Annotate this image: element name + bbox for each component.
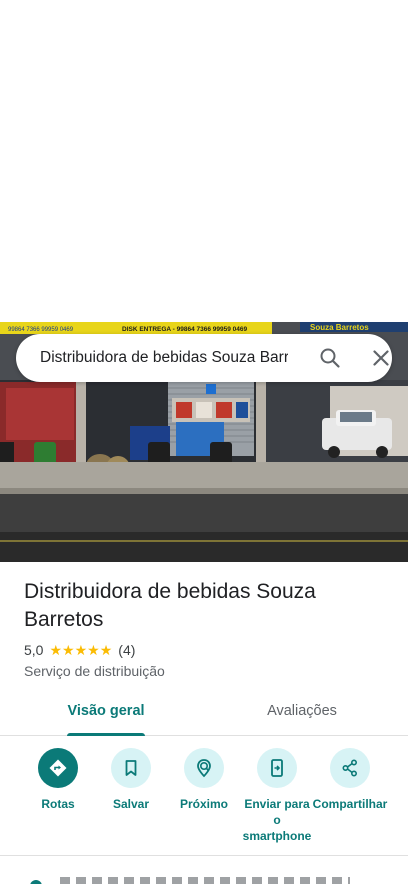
star-icon: ★ <box>99 642 113 658</box>
info-row-icon <box>30 880 42 884</box>
tab-overview[interactable]: Visão geral <box>52 694 160 736</box>
rating-value: 5,0 <box>24 642 44 658</box>
search-bar[interactable]: Distribuidora de bebidas Souza Barretos <box>16 334 392 382</box>
place-title: Distribuidora de bebidas Souza Barretos <box>24 580 316 631</box>
directions-button[interactable]: Rotas <box>18 748 98 812</box>
nearby-button[interactable]: Próximo <box>164 748 244 812</box>
svg-text:DISK ENTREGA - 99864 7366 999: DISK ENTREGA - 99864 7366 99959 0469 <box>122 326 248 333</box>
star-icon: ★ <box>49 642 63 658</box>
nearby-label: Próximo <box>179 797 228 811</box>
action-buttons: Rotas Salvar Próximo Enviar para o smart… <box>0 748 408 848</box>
share-icon <box>330 748 370 788</box>
place-category: Serviço de distribuição <box>24 663 165 679</box>
search-input[interactable]: Distribuidora de bebidas Souza Barretos <box>40 334 288 382</box>
tab-active-indicator <box>67 733 145 736</box>
save-button[interactable]: Salvar <box>91 748 171 812</box>
svg-text:99864 7366 99959 0469: 99864 7366 99959 0469 <box>8 327 74 333</box>
rating-row[interactable]: 5,0 ★ ★ ★ ★ ★ (4) <box>24 641 135 659</box>
info-row-text-cutoff <box>60 877 350 884</box>
star-icon: ★ <box>74 642 88 658</box>
nearby-icon <box>184 748 224 788</box>
tab-bar: Visão geral Avaliações <box>0 694 408 736</box>
svg-text:Souza Barretos: Souza Barretos <box>310 323 369 332</box>
rating-stars: ★ ★ ★ ★ ★ <box>49 643 112 657</box>
send-to-phone-label: Enviar para o smartphone <box>242 797 312 843</box>
directions-icon <box>38 748 78 788</box>
save-label: Salvar <box>112 797 150 811</box>
tab-overview-label: Visão geral <box>67 703 145 719</box>
review-count[interactable]: (4) <box>118 642 135 658</box>
tab-reviews[interactable]: Avaliações <box>248 694 356 736</box>
share-button[interactable]: Compartilhar <box>310 748 390 812</box>
search-icon[interactable] <box>318 346 342 370</box>
star-icon: ★ <box>62 642 75 658</box>
close-icon[interactable] <box>369 346 393 370</box>
map-blank-area <box>0 0 408 322</box>
star-icon: ★ <box>87 642 100 658</box>
tab-reviews-label: Avaliações <box>267 703 337 719</box>
send-to-phone-button[interactable]: Enviar para o smartphone <box>237 748 317 844</box>
section-divider <box>0 855 408 856</box>
share-label: Compartilhar <box>312 797 388 811</box>
bookmark-icon <box>111 748 151 788</box>
send-to-phone-icon <box>257 748 297 788</box>
directions-label: Rotas <box>41 797 75 811</box>
